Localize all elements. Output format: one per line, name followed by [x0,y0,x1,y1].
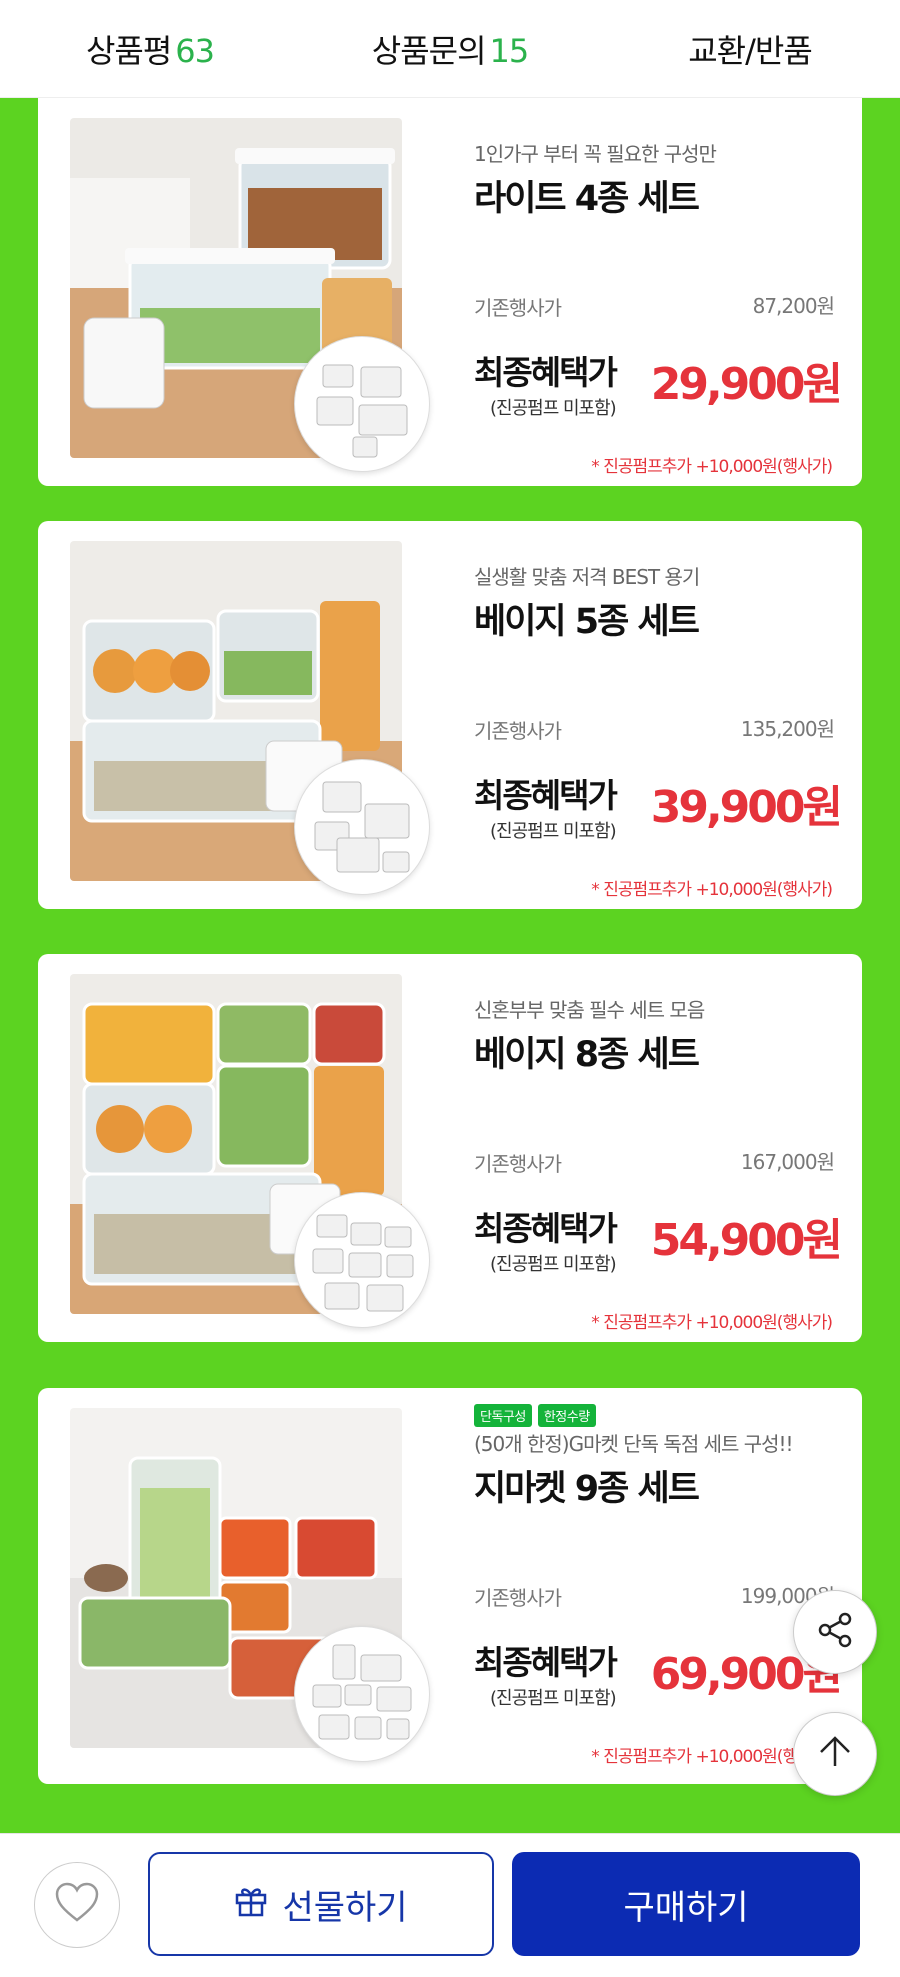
gift-button[interactable]: 선물하기 [148,1852,494,1956]
product-name: 라이트 4종 세트 [474,179,700,219]
product-subtitle: (50개 한정)G마켓 단독 독점 세트 구성!! [474,1432,794,1456]
final-price-label: 최종혜택가 [474,776,618,815]
original-price-label: 기존행사가 [474,1152,562,1176]
share-button[interactable] [793,1590,877,1674]
tab-inquiries-count: 15 [489,31,530,70]
set-composition-image [294,1192,430,1328]
share-icon [815,1610,855,1654]
original-price-label: 기존행사가 [474,719,562,743]
set-composition-image [294,336,430,472]
product-card[interactable]: 1인가구 부터 꼭 필요한 구성만 라이트 4종 세트 기존행사가 87,200… [38,98,862,486]
product-name: 지마켓 9종 세트 [474,1469,700,1509]
final-price-label: 최종혜택가 [474,353,618,392]
product-card[interactable]: 신혼부부 맞춤 필수 세트 모음 베이지 8종 세트 기존행사가 167,000… [38,954,862,1342]
final-price-note: (진공펌프 미포함) [490,1254,617,1275]
final-price-label: 최종혜택가 [474,1209,618,1248]
set-composition-image [294,1626,430,1762]
final-price-label: 최종혜택가 [474,1643,618,1682]
product-subtitle: 신혼부부 맞춤 필수 세트 모음 [474,998,705,1022]
arrow-up-icon [815,1732,855,1776]
tab-inquiries-label: 상품문의 [371,31,487,70]
tab-reviews-label: 상품평 [85,31,172,70]
original-price: 87,200원 [752,294,835,318]
original-price-label: 기존행사가 [474,296,562,320]
tab-exchange-return[interactable]: 교환/반품 [600,26,900,72]
tab-reviews-count: 63 [175,31,215,70]
product-subtitle: 1인가구 부터 꼭 필요한 구성만 [474,142,717,166]
original-price: 167,000원 [740,1150,835,1174]
product-subtitle: 실생활 맞춤 저격 BEST 용기 [474,565,700,589]
tab-reviews[interactable]: 상품평 63 [0,26,300,72]
buy-button-label: 구매하기 [623,1887,749,1928]
heart-icon [54,1882,100,1928]
pump-addon-note: * 진공펌프추가 +10,000원(행사가) [591,880,833,900]
product-name: 베이지 5종 세트 [474,602,700,642]
final-price-note: (진공펌프 미포함) [490,821,617,842]
purchase-bar: 선물하기 구매하기 [0,1833,900,1977]
badge-limited: 한정수량 [537,1404,596,1427]
original-price-label: 기존행사가 [474,1586,562,1610]
final-price-note: (진공펌프 미포함) [490,1688,617,1709]
product-name: 베이지 8종 세트 [474,1035,700,1075]
wishlist-button[interactable] [34,1862,120,1948]
product-card[interactable]: 단독구성 한정수량 (50개 한정)G마켓 단독 독점 세트 구성!! 지마켓 … [38,1388,862,1784]
pump-addon-note: * 진공펌프추가 +10,000원(행사가) [591,457,833,477]
badge-exclusive: 단독구성 [474,1404,532,1427]
final-price: 29,900원 [650,359,843,410]
gift-button-label: 선물하기 [282,1887,408,1928]
scroll-to-top-button[interactable] [793,1712,877,1796]
tab-inquiries[interactable]: 상품문의 15 [300,26,600,72]
product-badges: 단독구성 한정수량 [474,1404,596,1427]
set-composition-image [294,759,430,895]
product-card[interactable]: 실생활 맞춤 저격 BEST 용기 베이지 5종 세트 기존행사가 135,20… [38,521,862,909]
final-price: 39,900원 [650,782,843,833]
original-price: 135,200원 [740,717,835,741]
review-tab-bar: 상품평 63 상품문의 15 교환/반품 [0,0,900,98]
product-set-section: 1인가구 부터 꼭 필요한 구성만 라이트 4종 세트 기존행사가 87,200… [0,98,900,1833]
tab-exchange-return-label: 교환/반품 [688,31,813,70]
gift-icon [234,1883,268,1926]
buy-button[interactable]: 구매하기 [512,1852,860,1956]
final-price-note: (진공펌프 미포함) [490,398,617,419]
final-price: 54,900원 [650,1215,843,1266]
pump-addon-note: * 진공펌프추가 +10,000원(행사가) [591,1313,833,1333]
